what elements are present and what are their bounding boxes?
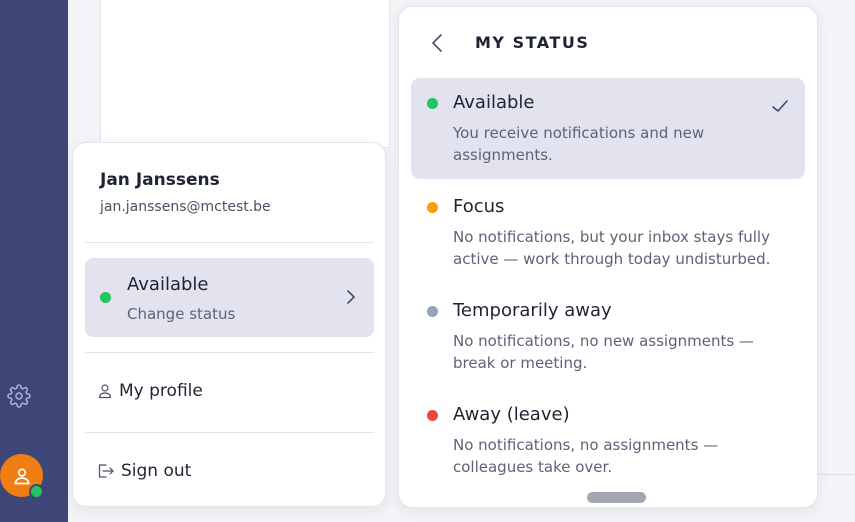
divider	[85, 432, 374, 433]
status-dot	[427, 98, 438, 109]
status-option-label: Focus	[453, 196, 505, 217]
profile-name: Jan Janssens	[100, 170, 220, 190]
status-option-label: Temporarily away	[453, 300, 612, 321]
status-option-description: No notifications, but your inbox stays f…	[453, 228, 771, 268]
my-profile-link[interactable]: My profile	[97, 381, 203, 401]
status-panel: MY STATUS Available You receive notifica…	[398, 6, 818, 508]
sign-out-link[interactable]: Sign out	[97, 461, 191, 481]
status-option-description: No notifications, no new assignments — b…	[453, 332, 754, 372]
background-panel	[100, 0, 390, 148]
change-status-label: Change status	[127, 305, 236, 323]
sign-out-label: Sign out	[121, 461, 192, 481]
status-dot	[427, 202, 438, 213]
person-icon	[98, 384, 112, 399]
presence-dot	[29, 484, 44, 499]
divider	[85, 242, 374, 243]
my-profile-label: My profile	[119, 381, 203, 401]
status-dot	[427, 306, 438, 317]
background-divider	[818, 474, 855, 475]
scrollbar-thumb[interactable]	[587, 492, 646, 503]
status-option-away-leave[interactable]: Away (leave) No notifications, no assign…	[411, 390, 805, 491]
sidebar	[0, 0, 68, 522]
status-option-label: Away (leave)	[453, 404, 570, 425]
status-option-description: You receive notifications and new assign…	[453, 124, 705, 164]
profile-card: Jan Janssens jan.janssens@mctest.be Avai…	[72, 142, 386, 507]
sign-out-icon	[98, 464, 114, 478]
status-option-focus[interactable]: Focus No notifications, but your inbox s…	[411, 182, 805, 283]
status-option-available[interactable]: Available You receive notifications and …	[411, 78, 805, 179]
chevron-left-icon[interactable]	[429, 31, 445, 55]
status-option-temporarily-away[interactable]: Temporarily away No notifications, no ne…	[411, 286, 805, 387]
profile-email: jan.janssens@mctest.be	[100, 199, 271, 215]
user-icon	[13, 468, 30, 484]
status-dot	[427, 410, 438, 421]
gear-icon[interactable]	[7, 384, 31, 408]
change-status-button[interactable]: Available Change status	[85, 258, 374, 337]
divider	[85, 352, 374, 353]
current-status-label: Available	[127, 274, 209, 295]
status-panel-title: MY STATUS	[475, 33, 590, 52]
chevron-right-icon	[347, 290, 355, 304]
status-dot	[100, 292, 111, 303]
check-icon	[772, 100, 788, 112]
status-option-description: No notifications, no assignments — colle…	[453, 436, 719, 476]
status-option-label: Available	[453, 92, 535, 113]
